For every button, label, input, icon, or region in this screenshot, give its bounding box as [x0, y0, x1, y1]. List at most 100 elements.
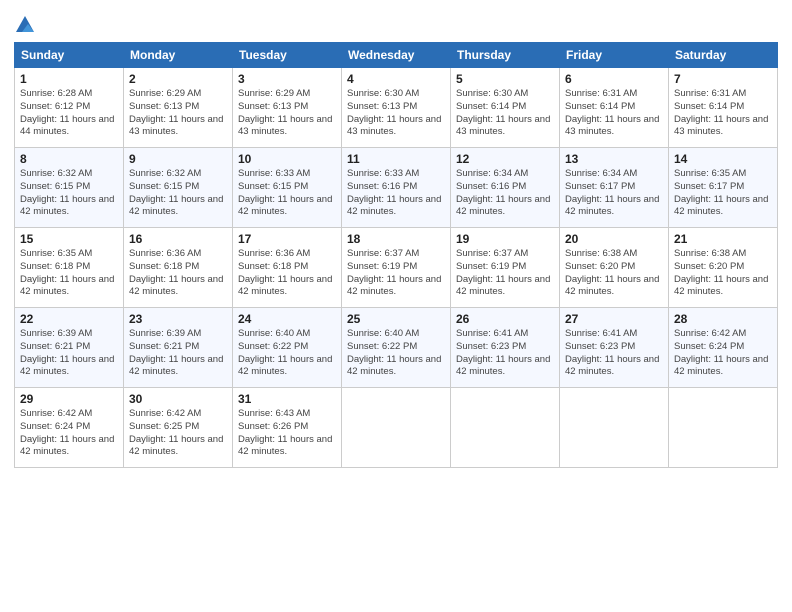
- calendar-cell: 22Sunrise: 6:39 AMSunset: 6:21 PMDayligh…: [15, 308, 124, 388]
- calendar-cell: 30 Sunrise: 6:42 AMSunset: 6:25 PMDayligh…: [124, 388, 233, 468]
- day-info: Sunrise: 6:32 AMSunset: 6:15 PMDaylight:…: [20, 168, 118, 219]
- calendar-cell: 18Sunrise: 6:37 AMSunset: 6:19 PMDayligh…: [342, 228, 451, 308]
- calendar-cell: [342, 388, 451, 468]
- day-info: Sunrise: 6:34 AMSunset: 6:16 PMDaylight:…: [456, 168, 554, 219]
- week-row-4: 22 Sunrise: 6:39 AMSunset: 6:21 PMDayligh…: [15, 308, 778, 388]
- day-number: 21: [674, 232, 772, 246]
- day-number: 17: [238, 232, 336, 246]
- day-info: Sunrise: 6:41 AMSunset: 6:23 PMDaylight:…: [565, 328, 663, 379]
- calendar-cell: 29Sunrise: 6:42 AMSunset: 6:24 PMDayligh…: [15, 388, 124, 468]
- weekday-header-row: SundayMondayTuesdayWednesdayThursdayFrid…: [15, 43, 778, 68]
- calendar-cell: 8 Sunrise: 6:32 AMSunset: 6:15 PMDaylight…: [15, 148, 124, 228]
- day-info: Sunrise: 6:36 AMSunset: 6:18 PMDaylight:…: [129, 248, 227, 299]
- day-number: 16: [129, 232, 227, 246]
- calendar-cell: 14Sunrise: 6:35 AMSunset: 6:17 PMDayligh…: [669, 148, 778, 228]
- week-row-1: 1Sunrise: 6:28 AMSunset: 6:12 PMDaylight…: [15, 68, 778, 148]
- day-number: 19: [456, 232, 554, 246]
- calendar-cell: 28 Sunrise: 6:42 AMSunset: 6:24 PMDayligh…: [669, 308, 778, 388]
- weekday-header-wednesday: Wednesday: [342, 43, 451, 68]
- day-info: Sunrise: 6:40 AMSunset: 6:22 PMDaylight:…: [347, 328, 445, 379]
- day-info: Sunrise: 6:30 AMSunset: 6:13 PMDaylight:…: [347, 88, 445, 139]
- day-info: Sunrise: 6:33 AMSunset: 6:16 PMDaylight:…: [347, 168, 445, 219]
- day-info: Sunrise: 6:43 AMSunset: 6:26 PMDaylight:…: [238, 408, 336, 459]
- day-number: 30: [129, 392, 227, 406]
- calendar-cell: 11 Sunrise: 6:33 AMSunset: 6:16 PMDayligh…: [342, 148, 451, 228]
- weekday-header-monday: Monday: [124, 43, 233, 68]
- calendar-cell: 5 Sunrise: 6:30 AMSunset: 6:14 PMDaylight…: [451, 68, 560, 148]
- header: [14, 14, 778, 36]
- day-number: 28: [674, 312, 772, 326]
- calendar-cell: 16 Sunrise: 6:36 AMSunset: 6:18 PMDayligh…: [124, 228, 233, 308]
- day-number: 7: [674, 72, 772, 86]
- day-info: Sunrise: 6:33 AMSunset: 6:15 PMDaylight:…: [238, 168, 336, 219]
- weekday-header-tuesday: Tuesday: [233, 43, 342, 68]
- calendar-cell: 27Sunrise: 6:41 AMSunset: 6:23 PMDayligh…: [560, 308, 669, 388]
- calendar-cell: 10 Sunrise: 6:33 AMSunset: 6:15 PMDayligh…: [233, 148, 342, 228]
- week-row-2: 8 Sunrise: 6:32 AMSunset: 6:15 PMDaylight…: [15, 148, 778, 228]
- day-info: Sunrise: 6:38 AMSunset: 6:20 PMDaylight:…: [674, 248, 772, 299]
- calendar-cell: 19 Sunrise: 6:37 AMSunset: 6:19 PMDayligh…: [451, 228, 560, 308]
- day-info: Sunrise: 6:31 AMSunset: 6:14 PMDaylight:…: [674, 88, 772, 139]
- day-number: 9: [129, 152, 227, 166]
- weekday-header-friday: Friday: [560, 43, 669, 68]
- day-number: 20: [565, 232, 663, 246]
- calendar-cell: 23Sunrise: 6:39 AMSunset: 6:21 PMDayligh…: [124, 308, 233, 388]
- day-info: Sunrise: 6:38 AMSunset: 6:20 PMDaylight:…: [565, 248, 663, 299]
- day-number: 22: [20, 312, 118, 326]
- calendar-cell: 26 Sunrise: 6:41 AMSunset: 6:23 PMDayligh…: [451, 308, 560, 388]
- day-info: Sunrise: 6:30 AMSunset: 6:14 PMDaylight:…: [456, 88, 554, 139]
- day-info: Sunrise: 6:37 AMSunset: 6:19 PMDaylight:…: [456, 248, 554, 299]
- day-number: 13: [565, 152, 663, 166]
- day-number: 24: [238, 312, 336, 326]
- day-number: 15: [20, 232, 118, 246]
- calendar-cell: [451, 388, 560, 468]
- calendar-cell: 6Sunrise: 6:31 AMSunset: 6:14 PMDaylight…: [560, 68, 669, 148]
- calendar-cell: 17 Sunrise: 6:36 AMSunset: 6:18 PMDayligh…: [233, 228, 342, 308]
- day-number: 26: [456, 312, 554, 326]
- calendar-cell: 21 Sunrise: 6:38 AMSunset: 6:20 PMDayligh…: [669, 228, 778, 308]
- calendar-cell: 1Sunrise: 6:28 AMSunset: 6:12 PMDaylight…: [15, 68, 124, 148]
- day-info: Sunrise: 6:36 AMSunset: 6:18 PMDaylight:…: [238, 248, 336, 299]
- calendar-cell: 9 Sunrise: 6:32 AMSunset: 6:15 PMDaylight…: [124, 148, 233, 228]
- day-info: Sunrise: 6:42 AMSunset: 6:24 PMDaylight:…: [674, 328, 772, 379]
- day-info: Sunrise: 6:32 AMSunset: 6:15 PMDaylight:…: [129, 168, 227, 219]
- day-number: 6: [565, 72, 663, 86]
- day-number: 25: [347, 312, 445, 326]
- day-info: Sunrise: 6:39 AMSunset: 6:21 PMDaylight:…: [129, 328, 227, 379]
- calendar-cell: [669, 388, 778, 468]
- day-info: Sunrise: 6:37 AMSunset: 6:19 PMDaylight:…: [347, 248, 445, 299]
- day-number: 11: [347, 152, 445, 166]
- day-number: 8: [20, 152, 118, 166]
- day-number: 14: [674, 152, 772, 166]
- calendar-cell: 13 Sunrise: 6:34 AMSunset: 6:17 PMDayligh…: [560, 148, 669, 228]
- day-number: 29: [20, 392, 118, 406]
- week-row-5: 29Sunrise: 6:42 AMSunset: 6:24 PMDayligh…: [15, 388, 778, 468]
- day-info: Sunrise: 6:29 AMSunset: 6:13 PMDaylight:…: [129, 88, 227, 139]
- calendar-cell: 2 Sunrise: 6:29 AMSunset: 6:13 PMDaylight…: [124, 68, 233, 148]
- weekday-header-saturday: Saturday: [669, 43, 778, 68]
- day-info: Sunrise: 6:29 AMSunset: 6:13 PMDaylight:…: [238, 88, 336, 139]
- day-number: 3: [238, 72, 336, 86]
- day-info: Sunrise: 6:35 AMSunset: 6:18 PMDaylight:…: [20, 248, 118, 299]
- day-number: 4: [347, 72, 445, 86]
- day-number: 2: [129, 72, 227, 86]
- calendar-cell: 31 Sunrise: 6:43 AMSunset: 6:26 PMDayligh…: [233, 388, 342, 468]
- day-number: 31: [238, 392, 336, 406]
- calendar-cell: 25 Sunrise: 6:40 AMSunset: 6:22 PMDayligh…: [342, 308, 451, 388]
- calendar-cell: 4 Sunrise: 6:30 AMSunset: 6:13 PMDaylight…: [342, 68, 451, 148]
- page-container: SundayMondayTuesdayWednesdayThursdayFrid…: [0, 0, 792, 612]
- day-info: Sunrise: 6:34 AMSunset: 6:17 PMDaylight:…: [565, 168, 663, 219]
- calendar-cell: [560, 388, 669, 468]
- day-number: 5: [456, 72, 554, 86]
- calendar-cell: 3 Sunrise: 6:29 AMSunset: 6:13 PMDaylight…: [233, 68, 342, 148]
- calendar-cell: 20 Sunrise: 6:38 AMSunset: 6:20 PMDayligh…: [560, 228, 669, 308]
- day-info: Sunrise: 6:28 AMSunset: 6:12 PMDaylight:…: [20, 88, 118, 139]
- week-row-3: 15 Sunrise: 6:35 AMSunset: 6:18 PMDayligh…: [15, 228, 778, 308]
- day-number: 10: [238, 152, 336, 166]
- calendar-cell: 7 Sunrise: 6:31 AMSunset: 6:14 PMDaylight…: [669, 68, 778, 148]
- day-info: Sunrise: 6:41 AMSunset: 6:23 PMDaylight:…: [456, 328, 554, 379]
- day-number: 12: [456, 152, 554, 166]
- calendar-cell: 12 Sunrise: 6:34 AMSunset: 6:16 PMDayligh…: [451, 148, 560, 228]
- weekday-header-thursday: Thursday: [451, 43, 560, 68]
- day-info: Sunrise: 6:42 AMSunset: 6:25 PMDaylight:…: [129, 408, 227, 459]
